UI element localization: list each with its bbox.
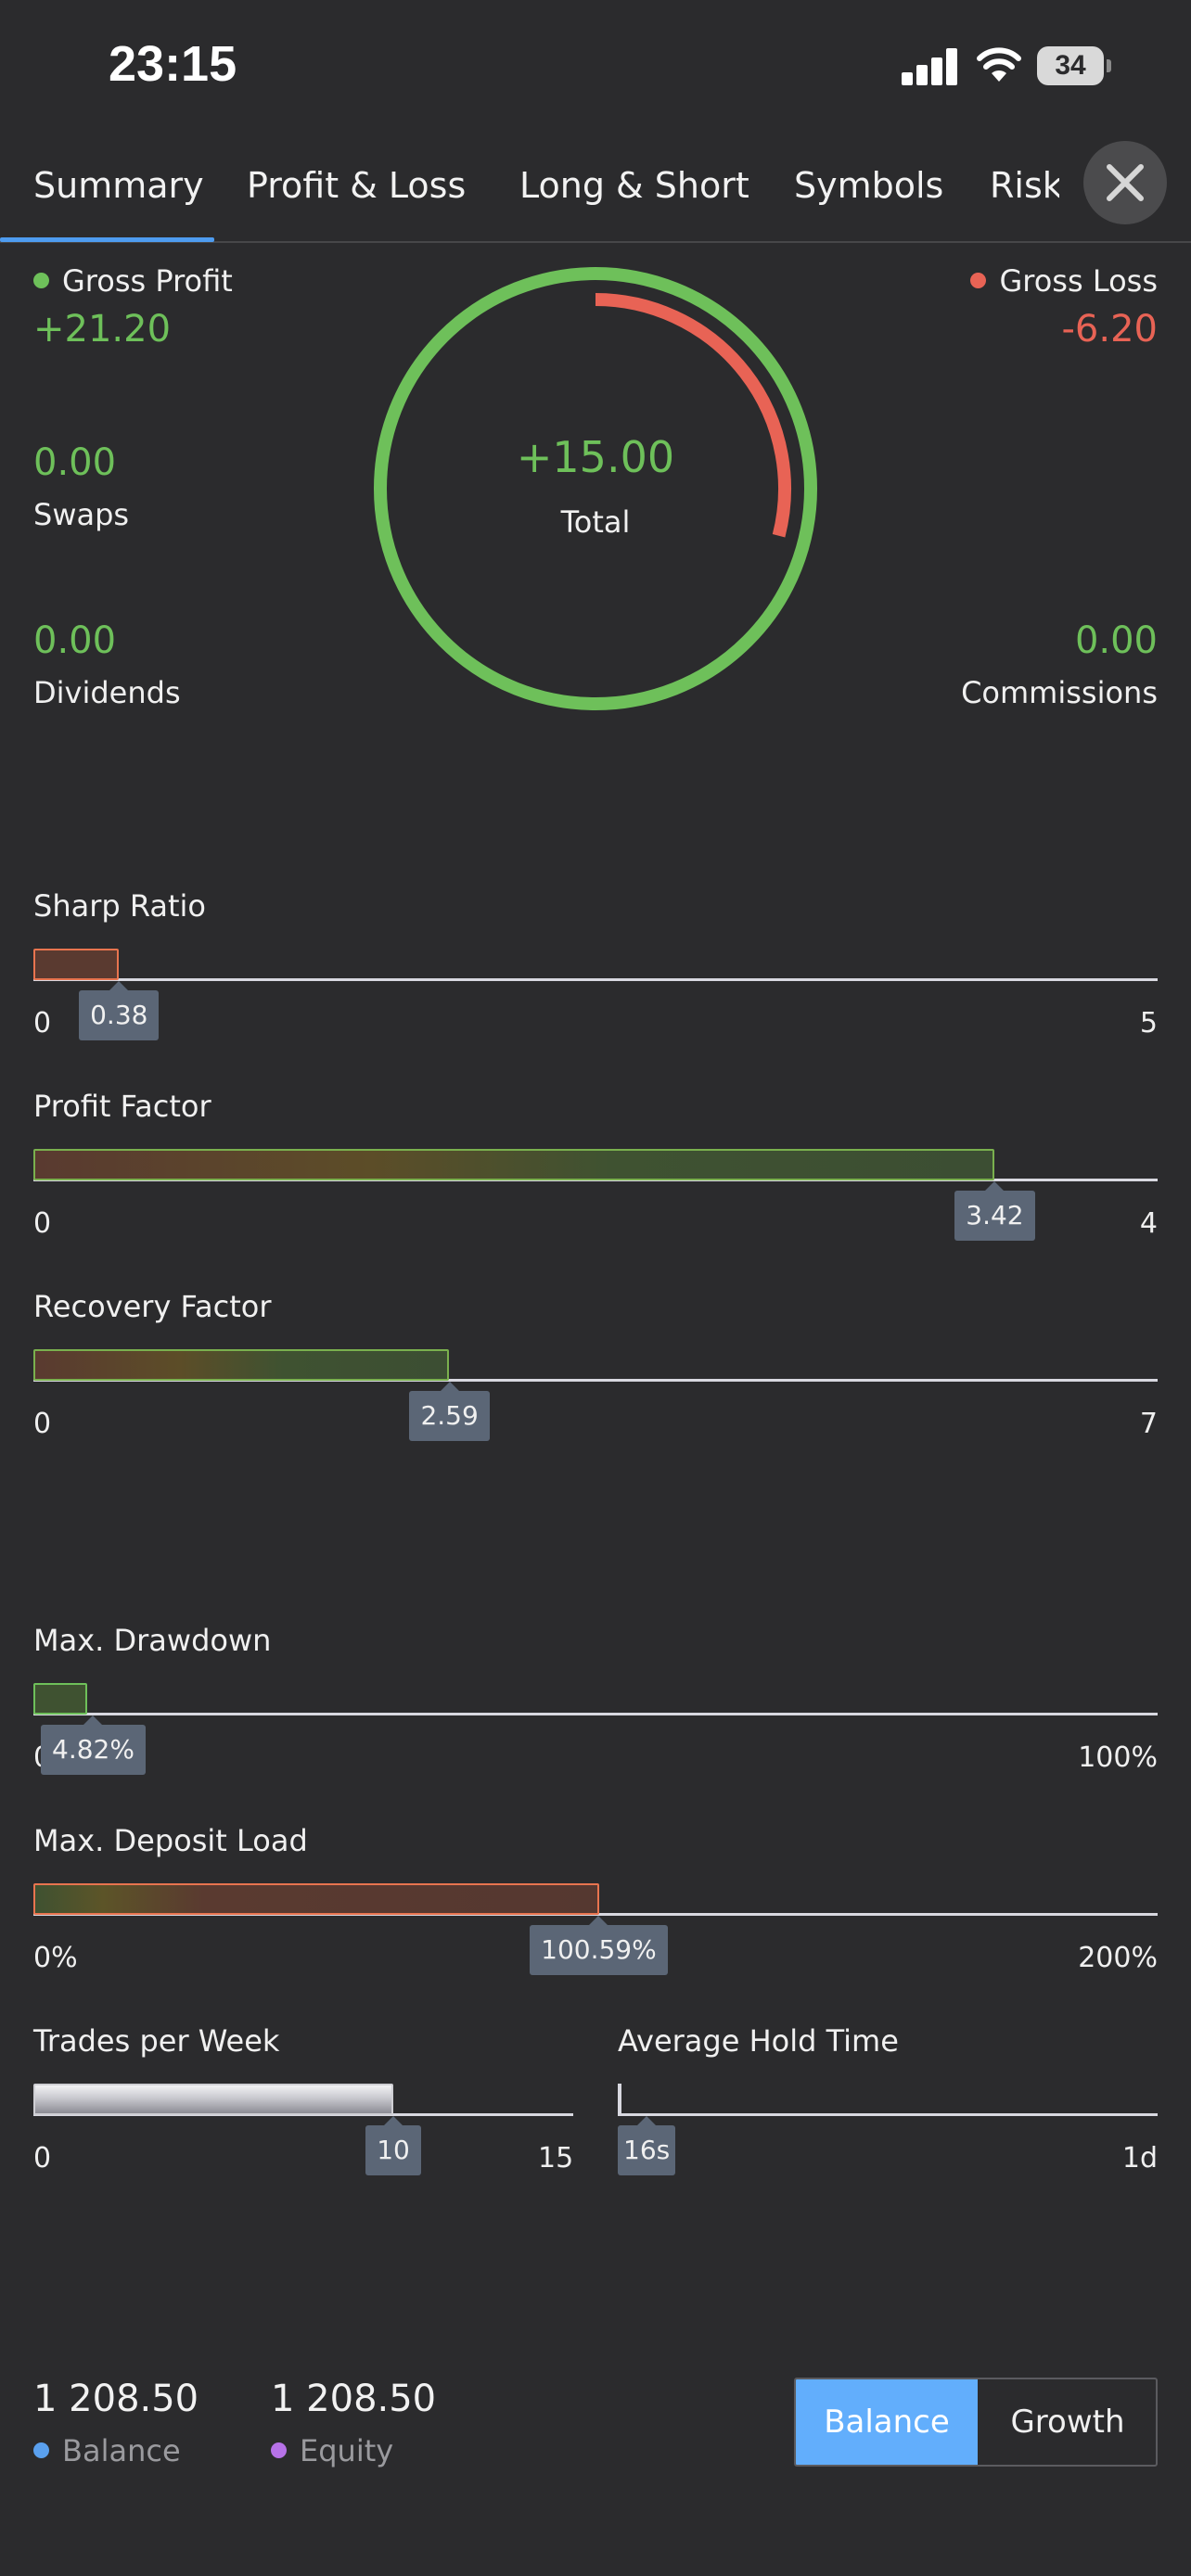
max-deposit-load-bar <box>33 1883 599 1915</box>
gross-profit-dot <box>33 272 49 288</box>
tab-bar: Summary Profit & Loss Long & Short Symbo… <box>0 139 1191 243</box>
battery-icon: 34 <box>1037 46 1111 85</box>
tab-summary[interactable]: Summary <box>33 165 204 206</box>
average-hold-time-track <box>618 2113 1158 2116</box>
balance-label: Balance <box>62 2433 181 2468</box>
swaps-label: Swaps <box>33 497 130 532</box>
donut-profit-ring <box>374 267 817 710</box>
max-drawdown-bar <box>33 1683 88 1715</box>
cellular-signal-icon <box>902 48 959 85</box>
close-button[interactable] <box>1083 141 1167 224</box>
donut-loss-arc <box>595 293 791 538</box>
gross-loss-legend: Gross Loss <box>970 263 1158 299</box>
gross-profit-legend: Gross Profit <box>33 263 233 299</box>
trades-per-week-max: 15 <box>538 2142 574 2174</box>
sharp-ratio-track <box>33 978 1158 981</box>
max-deposit-load-min: 0% <box>33 1942 78 1974</box>
gross-loss-dot <box>970 272 987 288</box>
battery-level: 34 <box>1055 50 1086 81</box>
gross-loss-value: -6.20 <box>1061 308 1159 351</box>
max-drawdown-track <box>33 1713 1158 1715</box>
gross-profit-value: +21.20 <box>33 308 172 351</box>
trades-per-week-min: 0 <box>33 2142 52 2174</box>
total-value: +15.00 <box>516 432 675 482</box>
profit-factor-min: 0 <box>33 1207 52 1240</box>
recovery-factor-label: Recovery Factor <box>33 1289 272 1324</box>
tab-symbols[interactable]: Symbols <box>794 165 943 206</box>
equity-legend: Equity <box>271 2433 393 2468</box>
gross-profit-label: Gross Profit <box>62 263 233 299</box>
sharp-ratio-min: 0 <box>33 1007 52 1039</box>
max-drawdown-label: Max. Drawdown <box>33 1623 272 1658</box>
tab-profit-loss[interactable]: Profit & Loss <box>247 165 466 206</box>
trades-per-week-label: Trades per Week <box>33 2023 280 2059</box>
tab-long-short[interactable]: Long & Short <box>519 165 749 206</box>
close-icon <box>1107 164 1144 201</box>
equity-label: Equity <box>300 2433 394 2468</box>
balance-toggle-button[interactable]: Balance <box>796 2379 978 2465</box>
profit-factor-value: 3.42 <box>954 1181 1035 1241</box>
swaps-value: 0.00 <box>33 441 117 484</box>
tab-risks[interactable]: Risks <box>990 165 1059 206</box>
average-hold-time-value: 16s <box>618 2116 676 2175</box>
sharp-ratio-bar <box>33 949 120 980</box>
max-deposit-load-value: 100.59% <box>530 1916 668 1975</box>
commissions-value: 0.00 <box>1074 619 1158 662</box>
growth-toggle-button[interactable]: Growth <box>978 2379 1156 2465</box>
average-hold-time-marker <box>618 2084 621 2115</box>
max-deposit-load-label: Max. Deposit Load <box>33 1823 308 1858</box>
commissions-label: Commissions <box>961 675 1158 710</box>
active-tab-indicator <box>0 237 214 242</box>
dividends-label: Dividends <box>33 675 181 710</box>
wifi-icon <box>977 47 1021 82</box>
status-time: 23:15 <box>109 36 237 92</box>
total-label: Total <box>560 504 631 540</box>
profit-factor-label: Profit Factor <box>33 1089 211 1124</box>
equity-dot <box>271 2442 287 2458</box>
status-bar: 23:15 34 <box>0 0 1191 139</box>
trades-per-week-bar <box>33 2084 394 2115</box>
trades-per-week-value: 10 <box>365 2116 421 2175</box>
sharp-ratio-value: 0.38 <box>79 981 160 1040</box>
balance-legend: Balance <box>33 2433 181 2468</box>
chart-mode-toggle: Balance Growth <box>794 2378 1158 2467</box>
gross-loss-label: Gross Loss <box>999 263 1158 299</box>
average-hold-time-label: Average Hold Time <box>618 2023 899 2059</box>
balance-value: 1 208.50 <box>33 2378 199 2420</box>
recovery-factor-bar <box>33 1349 450 1381</box>
max-deposit-load-max: 200% <box>1078 1942 1158 1974</box>
balance-dot <box>33 2442 49 2458</box>
profit-factor-bar <box>33 1149 995 1180</box>
sharp-ratio-max: 5 <box>1139 1007 1158 1039</box>
dividends-value: 0.00 <box>33 619 117 662</box>
sharp-ratio-label: Sharp Ratio <box>33 888 206 924</box>
total-donut-chart <box>374 267 817 710</box>
recovery-factor-min: 0 <box>33 1408 52 1440</box>
average-hold-time-max: 1d <box>1121 2142 1158 2174</box>
max-drawdown-value: 4.82% <box>41 1715 146 1775</box>
recovery-factor-value: 2.59 <box>409 1382 490 1441</box>
profit-factor-max: 4 <box>1139 1207 1158 1240</box>
equity-value: 1 208.50 <box>271 2378 437 2420</box>
max-drawdown-max: 100% <box>1078 1741 1158 1774</box>
recovery-factor-max: 7 <box>1139 1408 1158 1440</box>
